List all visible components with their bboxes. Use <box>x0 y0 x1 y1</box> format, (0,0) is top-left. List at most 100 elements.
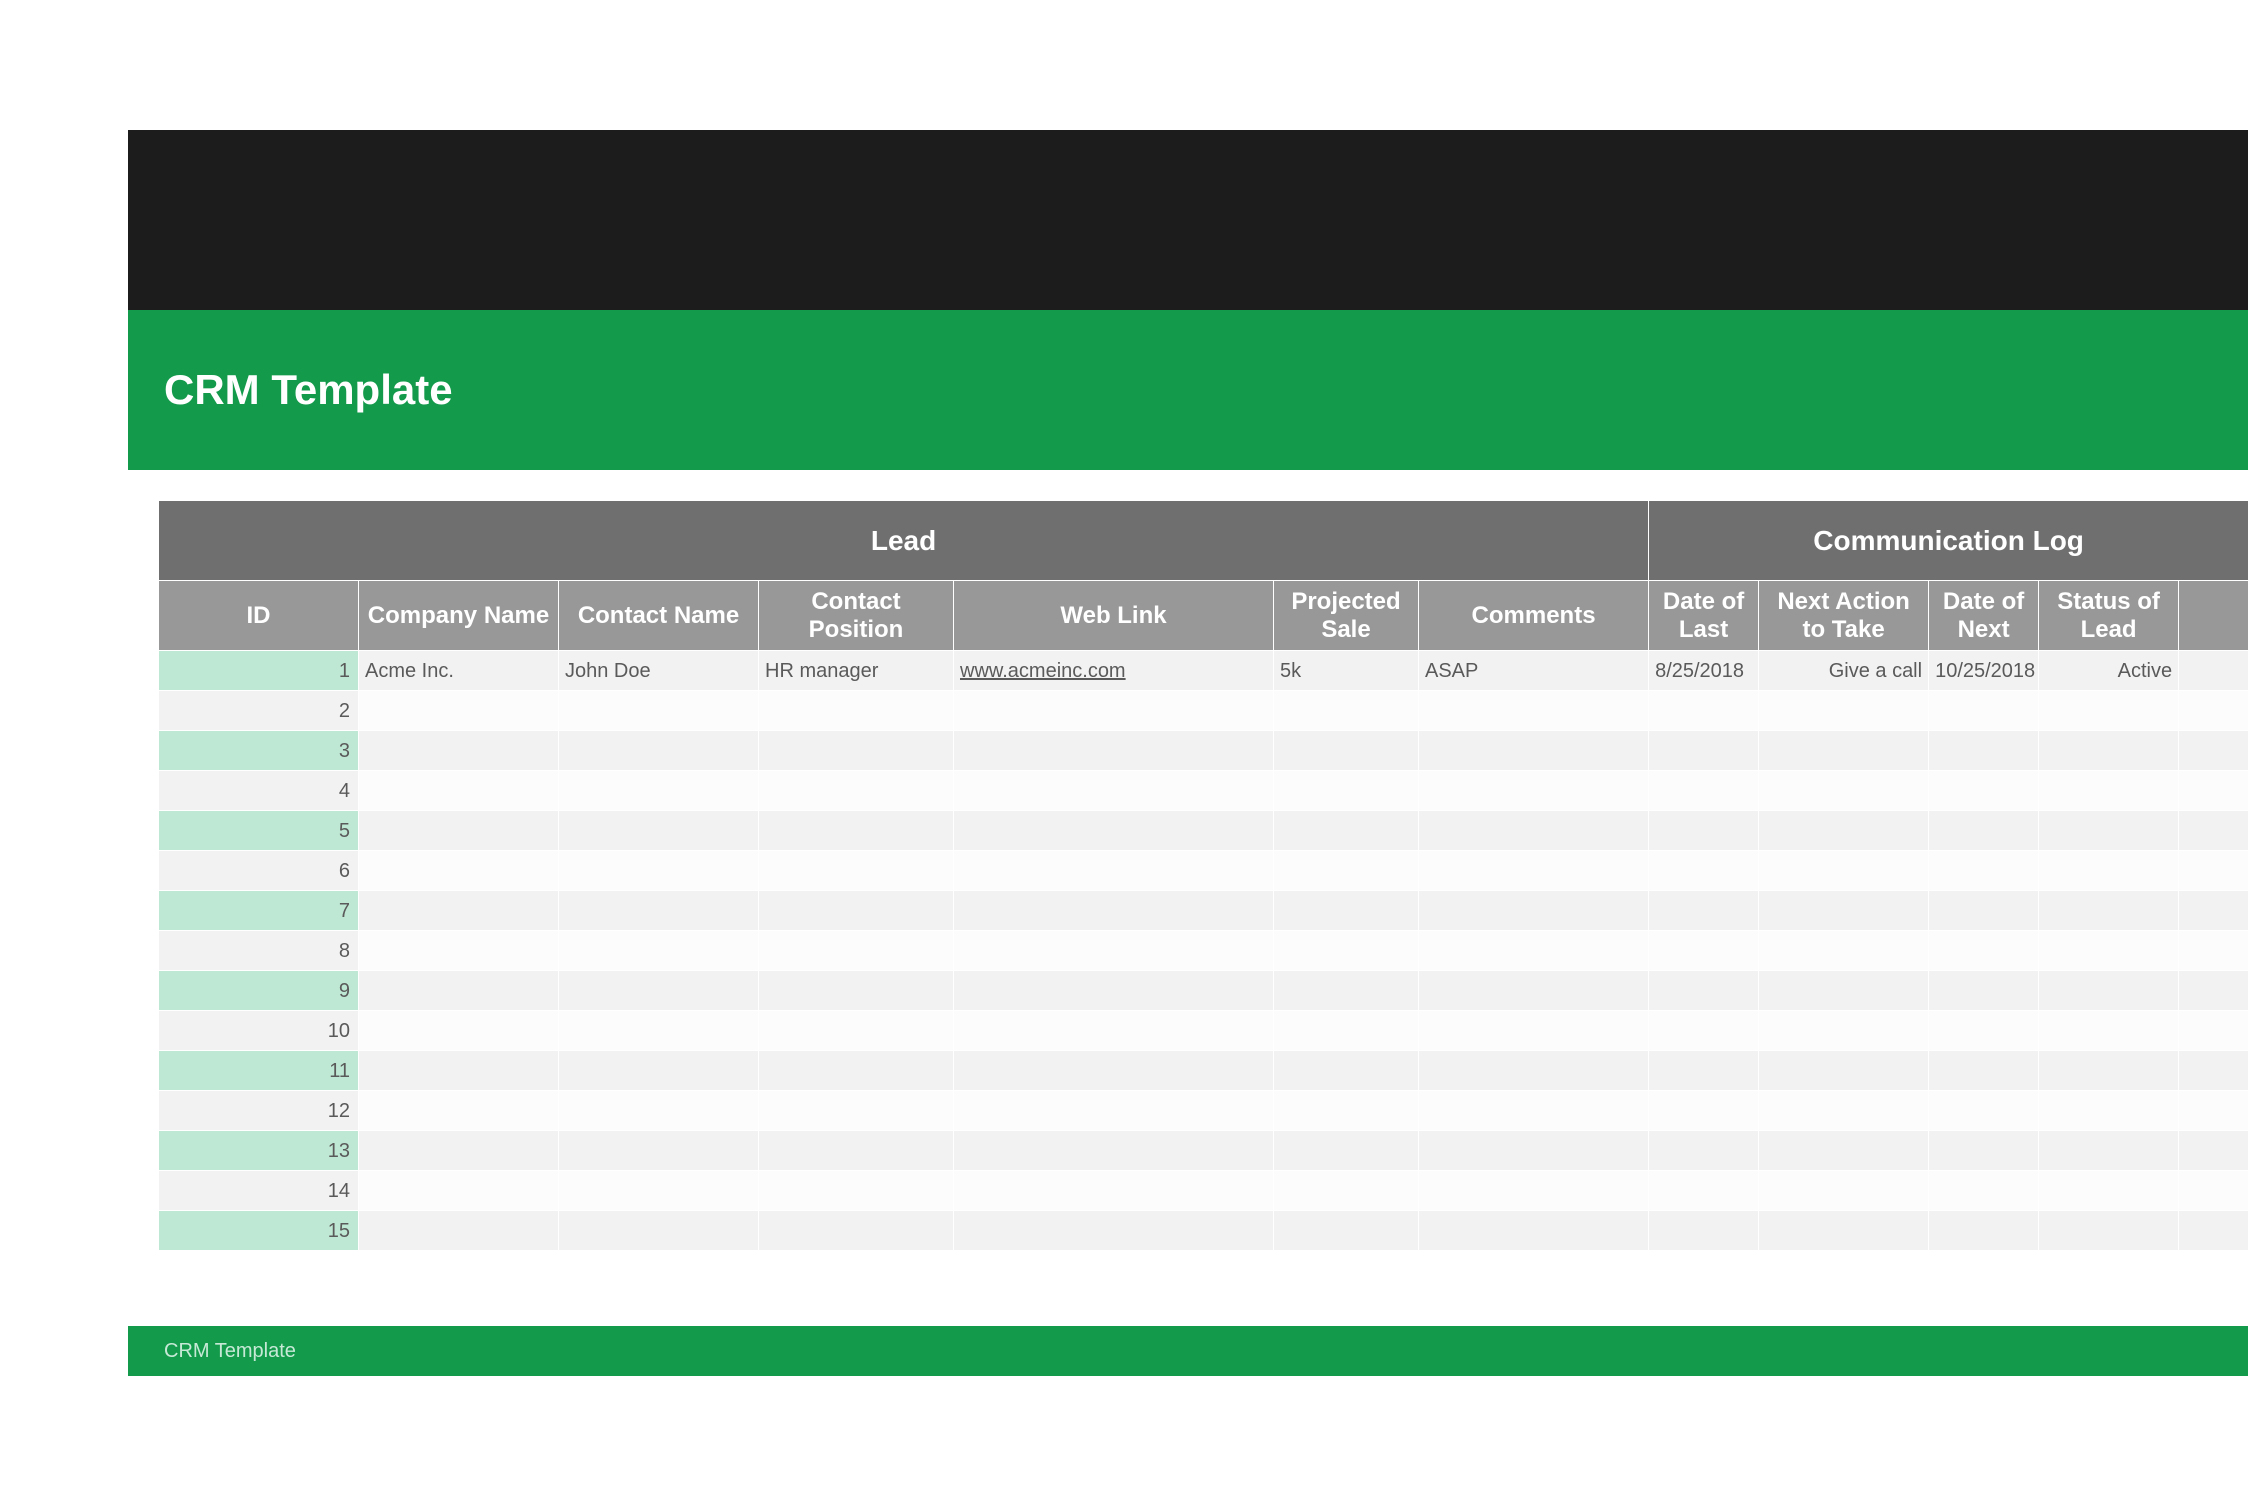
cell-projected[interactable]: 5k <box>1274 651 1419 691</box>
cell-company[interactable] <box>359 891 559 931</box>
cell-company[interactable] <box>359 971 559 1011</box>
cell-projected[interactable] <box>1274 891 1419 931</box>
cell-company[interactable] <box>359 1131 559 1171</box>
cell-contact[interactable] <box>559 931 759 971</box>
cell-id[interactable]: 13 <box>159 1131 359 1171</box>
cell-web[interactable] <box>954 891 1274 931</box>
cell-date_last[interactable] <box>1649 771 1759 811</box>
cell-next_action[interactable] <box>1759 1011 1929 1051</box>
cell-comments[interactable] <box>1419 851 1649 891</box>
cell-id[interactable]: 5 <box>159 811 359 851</box>
cell-contact[interactable] <box>559 731 759 771</box>
cell-contact[interactable] <box>559 1011 759 1051</box>
cell-date_next[interactable] <box>1929 1051 2039 1091</box>
cell-date_last[interactable] <box>1649 1051 1759 1091</box>
cell-comments[interactable] <box>1419 771 1649 811</box>
cell-projected[interactable] <box>1274 971 1419 1011</box>
cell-date_last[interactable] <box>1649 891 1759 931</box>
cell-comments[interactable] <box>1419 691 1649 731</box>
cell-next_action[interactable] <box>1759 1171 1929 1211</box>
cell-extra[interactable] <box>2179 691 2248 731</box>
cell-comments[interactable] <box>1419 1131 1649 1171</box>
cell-contact[interactable] <box>559 1091 759 1131</box>
cell-status[interactable] <box>2039 1011 2179 1051</box>
cell-next_action[interactable] <box>1759 1211 1929 1251</box>
cell-contact[interactable]: John Doe <box>559 651 759 691</box>
cell-company[interactable] <box>359 931 559 971</box>
cell-status[interactable] <box>2039 811 2179 851</box>
cell-position[interactable] <box>759 811 954 851</box>
cell-status[interactable] <box>2039 891 2179 931</box>
cell-id[interactable]: 8 <box>159 931 359 971</box>
cell-status[interactable] <box>2039 851 2179 891</box>
cell-extra[interactable] <box>2179 1051 2248 1091</box>
cell-company[interactable] <box>359 771 559 811</box>
cell-contact[interactable] <box>559 771 759 811</box>
cell-next_action[interactable] <box>1759 971 1929 1011</box>
cell-web[interactable] <box>954 771 1274 811</box>
cell-next_action[interactable] <box>1759 1131 1929 1171</box>
cell-web[interactable] <box>954 1051 1274 1091</box>
cell-projected[interactable] <box>1274 1011 1419 1051</box>
cell-position[interactable] <box>759 691 954 731</box>
cell-status[interactable] <box>2039 731 2179 771</box>
cell-contact[interactable] <box>559 851 759 891</box>
cell-projected[interactable] <box>1274 851 1419 891</box>
cell-date_last[interactable] <box>1649 1091 1759 1131</box>
cell-status[interactable] <box>2039 1131 2179 1171</box>
cell-position[interactable]: HR manager <box>759 651 954 691</box>
cell-date_next[interactable] <box>1929 931 2039 971</box>
cell-position[interactable] <box>759 1171 954 1211</box>
cell-position[interactable] <box>759 1051 954 1091</box>
cell-extra[interactable] <box>2179 1011 2248 1051</box>
cell-contact[interactable] <box>559 971 759 1011</box>
cell-company[interactable] <box>359 1171 559 1211</box>
cell-date_next[interactable]: 10/25/2018 <box>1929 651 2039 691</box>
cell-position[interactable] <box>759 731 954 771</box>
cell-id[interactable]: 10 <box>159 1011 359 1051</box>
cell-date_next[interactable] <box>1929 1211 2039 1251</box>
cell-position[interactable] <box>759 1011 954 1051</box>
cell-web[interactable]: www.acmeinc.com <box>954 651 1274 691</box>
cell-web[interactable] <box>954 1171 1274 1211</box>
cell-status[interactable] <box>2039 971 2179 1011</box>
cell-comments[interactable] <box>1419 891 1649 931</box>
cell-date_next[interactable] <box>1929 971 2039 1011</box>
cell-status[interactable] <box>2039 1171 2179 1211</box>
cell-id[interactable]: 3 <box>159 731 359 771</box>
cell-company[interactable]: Acme Inc. <box>359 651 559 691</box>
cell-company[interactable] <box>359 731 559 771</box>
cell-company[interactable] <box>359 851 559 891</box>
cell-extra[interactable] <box>2179 891 2248 931</box>
cell-web[interactable] <box>954 931 1274 971</box>
cell-date_last[interactable] <box>1649 691 1759 731</box>
cell-id[interactable]: 15 <box>159 1211 359 1251</box>
cell-projected[interactable] <box>1274 811 1419 851</box>
cell-date_next[interactable] <box>1929 891 2039 931</box>
cell-date_last[interactable] <box>1649 971 1759 1011</box>
cell-extra[interactable] <box>2179 851 2248 891</box>
cell-status[interactable] <box>2039 771 2179 811</box>
cell-web[interactable] <box>954 1091 1274 1131</box>
cell-status[interactable] <box>2039 1211 2179 1251</box>
cell-projected[interactable] <box>1274 1131 1419 1171</box>
cell-extra[interactable] <box>2179 1171 2248 1211</box>
cell-company[interactable] <box>359 1211 559 1251</box>
cell-date_next[interactable] <box>1929 771 2039 811</box>
cell-extra[interactable] <box>2179 651 2248 691</box>
cell-contact[interactable] <box>559 691 759 731</box>
cell-position[interactable] <box>759 1091 954 1131</box>
cell-comments[interactable] <box>1419 1011 1649 1051</box>
cell-comments[interactable] <box>1419 1051 1649 1091</box>
cell-position[interactable] <box>759 891 954 931</box>
cell-date_next[interactable] <box>1929 731 2039 771</box>
cell-date_last[interactable] <box>1649 811 1759 851</box>
cell-extra[interactable] <box>2179 1131 2248 1171</box>
cell-date_last[interactable]: 8/25/2018 <box>1649 651 1759 691</box>
cell-company[interactable] <box>359 1011 559 1051</box>
cell-comments[interactable]: ASAP <box>1419 651 1649 691</box>
cell-projected[interactable] <box>1274 1211 1419 1251</box>
cell-projected[interactable] <box>1274 731 1419 771</box>
cell-status[interactable] <box>2039 1051 2179 1091</box>
cell-position[interactable] <box>759 851 954 891</box>
